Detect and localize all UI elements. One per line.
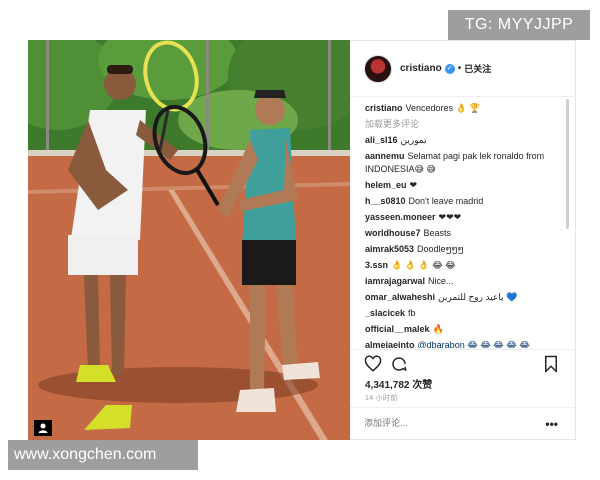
more-options-icon[interactable]: ••• bbox=[545, 417, 558, 431]
comment-text: fb bbox=[408, 308, 416, 318]
separator-dot: • bbox=[457, 63, 462, 74]
comment-item: omar_alwaheshi ياعيد روح للتمرين 💙 bbox=[365, 291, 566, 307]
comment-username[interactable]: helem_eu bbox=[365, 180, 407, 190]
comment-item: almeiaeinto @dbarabon 😂 😂 😂 😂 😂 bbox=[365, 339, 566, 348]
comment-icon[interactable] bbox=[390, 355, 408, 373]
comment-username[interactable]: worldhouse7 bbox=[365, 228, 421, 238]
comment-username[interactable]: omar_alwaheshi bbox=[365, 292, 435, 302]
comment-username[interactable]: _slacicek bbox=[365, 308, 405, 318]
watermark-top: TG: MYYJJPP bbox=[448, 10, 590, 40]
comment-username[interactable]: ali_sl16 bbox=[365, 135, 398, 145]
comment-text: Don't leave madrid bbox=[408, 196, 484, 206]
username[interactable]: cristiano bbox=[400, 63, 442, 74]
comment-item: h__s0810 Don't leave madrid bbox=[365, 195, 566, 211]
comment-text: 🔥 bbox=[432, 324, 444, 334]
comment-item: official__malek 🔥 bbox=[365, 323, 566, 339]
comment-text: @dbarabon 😂 😂 😂 😂 😂 bbox=[417, 340, 530, 348]
comment-item: helem_eu ❤ bbox=[365, 179, 566, 195]
bookmark-icon[interactable] bbox=[542, 355, 560, 373]
comment-text: Vencedores 👌 🏆 bbox=[405, 103, 481, 113]
avatar[interactable] bbox=[364, 54, 392, 83]
profile-icon[interactable] bbox=[34, 420, 52, 436]
tennis-players-photo bbox=[28, 40, 350, 440]
comment-input[interactable] bbox=[364, 418, 534, 428]
verified-icon: ✓ bbox=[444, 63, 455, 74]
comment-username[interactable]: cristiano bbox=[365, 103, 403, 113]
comment-text: ❤❤❤ bbox=[438, 212, 462, 222]
comment-text: Doodleໆໆໆ bbox=[417, 244, 464, 254]
action-bar bbox=[350, 349, 576, 377]
comment-username[interactable]: h__s0810 bbox=[365, 196, 406, 206]
load-more-comments[interactable]: 加载更多评论 bbox=[365, 118, 566, 134]
comment-item: yasseen.moneer ❤❤❤ bbox=[365, 211, 566, 227]
watermark-bottom: www.xongchen.com bbox=[8, 440, 198, 470]
comment-item: 3.ssn 👌 👌 👌 😂 😂 bbox=[365, 259, 566, 275]
comment-item: cristiano Vencedores 👌 🏆 bbox=[365, 102, 566, 118]
comment-item: worldhouse7 Beasts bbox=[365, 227, 566, 243]
comment-username[interactable]: iamrajagarwal bbox=[365, 276, 425, 286]
post-time[interactable]: 14 小时前 bbox=[365, 393, 398, 403]
post-photo[interactable] bbox=[28, 40, 350, 440]
heart-icon[interactable] bbox=[364, 355, 382, 373]
add-comment-bar: ••• bbox=[350, 407, 576, 441]
comment-item: iamrajagarwal Nice... bbox=[365, 275, 566, 291]
comment-text: Beasts bbox=[423, 228, 452, 238]
comments-list[interactable]: cristiano Vencedores 👌 🏆 加载更多评论 ali_sl16 تمو… bbox=[350, 98, 576, 348]
comment-username[interactable]: aimrak5053 bbox=[365, 244, 414, 254]
comment-text: ياعيد روح للتمرين 💙 bbox=[438, 292, 518, 302]
comment-text: ❤ bbox=[409, 180, 418, 190]
comments-scrollbar[interactable] bbox=[566, 99, 569, 229]
follow-status[interactable]: 已关注 bbox=[464, 62, 491, 75]
comment-text: تمورين bbox=[400, 135, 427, 145]
comment-text: Nice... bbox=[428, 276, 454, 286]
post-header: cristiano ✓ • 已关注 bbox=[350, 41, 575, 97]
comment-item: aimrak5053 Doodleໆໆໆ bbox=[365, 243, 566, 259]
comment-username[interactable]: yasseen.moneer bbox=[365, 212, 436, 222]
post-side-panel: cristiano ✓ • 已关注 cristiano Vencedores 👌 … bbox=[350, 40, 576, 440]
like-count[interactable]: 4,341,782 次赞 bbox=[365, 376, 432, 391]
comment-username[interactable]: almeiaeinto bbox=[365, 340, 415, 348]
comment-username[interactable]: 3.ssn bbox=[365, 260, 388, 270]
comment-item: ali_sl16 تمورين bbox=[365, 134, 566, 150]
comment-text: 👌 👌 👌 😂 😂 bbox=[391, 260, 456, 270]
comment-item: aannemu Selamat pagi pak lek ronaldo from… bbox=[365, 150, 566, 179]
comment-item: _slacicek fb bbox=[365, 307, 566, 323]
comment-username[interactable]: aannemu bbox=[365, 151, 405, 161]
comment-username[interactable]: official__malek bbox=[365, 324, 430, 334]
